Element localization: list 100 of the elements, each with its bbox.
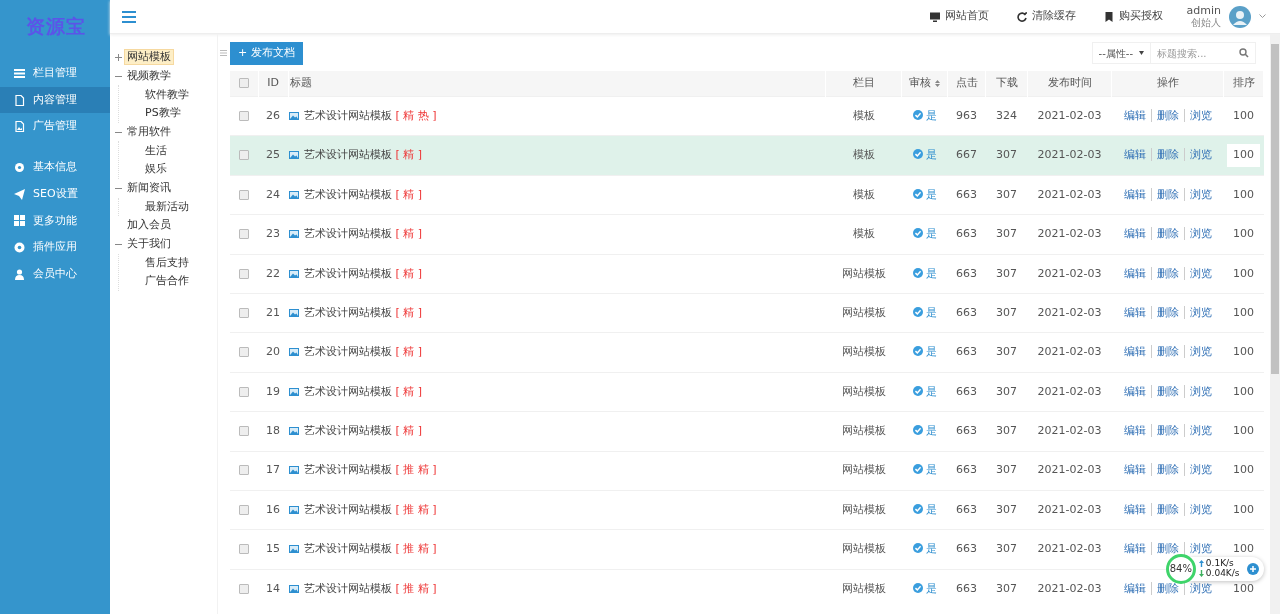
- speed-ball[interactable]: 84%: [1165, 553, 1196, 584]
- tree-item[interactable]: 加入会员: [124, 217, 174, 234]
- header-link[interactable]: 购买授权: [1103, 8, 1163, 25]
- action-link[interactable]: 浏览: [1183, 148, 1217, 162]
- action-link[interactable]: 编辑: [1118, 148, 1151, 162]
- tree-item[interactable]: 广告合作: [142, 273, 192, 290]
- sort-field[interactable]: 100: [1227, 183, 1260, 207]
- sort-field[interactable]: 100: [1227, 420, 1260, 443]
- action-link[interactable]: 编辑: [1118, 384, 1151, 398]
- action-link[interactable]: 浏览: [1183, 345, 1217, 359]
- action-link[interactable]: 浏览: [1183, 305, 1217, 319]
- action-link[interactable]: 浏览: [1183, 384, 1217, 398]
- title-link[interactable]: 艺术设计网站模板: [304, 227, 392, 241]
- row-checkbox[interactable]: [239, 426, 249, 437]
- sort-field[interactable]: 100: [1227, 301, 1260, 325]
- sort-field[interactable]: 100: [1227, 262, 1260, 285]
- status-link[interactable]: 是: [925, 502, 937, 516]
- scrollbar[interactable]: [1270, 34, 1280, 614]
- action-link[interactable]: 浏览: [1183, 502, 1217, 516]
- plus-icon[interactable]: [115, 53, 122, 61]
- action-link[interactable]: 浏览: [1183, 108, 1217, 122]
- row-checkbox[interactable]: [239, 268, 249, 279]
- sidebar-item[interactable]: 会员中心: [0, 260, 110, 288]
- title-link[interactable]: 艺术设计网站模板: [304, 345, 392, 359]
- sidebar-item[interactable]: 插件应用: [0, 234, 110, 261]
- action-link[interactable]: 浏览: [1183, 227, 1217, 241]
- action-link[interactable]: 删除: [1150, 305, 1184, 319]
- status-link[interactable]: 是: [925, 424, 937, 438]
- title-link[interactable]: 艺术设计网站模板: [304, 108, 392, 122]
- sort-field[interactable]: 100: [1227, 538, 1260, 561]
- status-link[interactable]: 是: [925, 227, 937, 241]
- action-link[interactable]: 编辑: [1118, 305, 1151, 319]
- status-link[interactable]: 是: [925, 266, 937, 280]
- collapse-handle-icon[interactable]: [220, 50, 227, 57]
- title-link[interactable]: 艺术设计网站模板: [304, 542, 392, 556]
- row-checkbox[interactable]: [239, 150, 249, 161]
- menu-icon[interactable]: [122, 10, 136, 23]
- status-link[interactable]: 是: [925, 463, 937, 477]
- action-link[interactable]: 删除: [1150, 148, 1184, 162]
- action-link[interactable]: 删除: [1150, 187, 1184, 201]
- row-checkbox[interactable]: [239, 583, 249, 594]
- action-link[interactable]: 编辑: [1118, 187, 1151, 201]
- tree-item[interactable]: 最新活动: [142, 198, 192, 215]
- tree-item[interactable]: 新闻资讯: [124, 180, 174, 197]
- action-link[interactable]: 编辑: [1118, 463, 1151, 477]
- action-link[interactable]: 删除: [1150, 424, 1184, 438]
- action-link[interactable]: 编辑: [1118, 581, 1151, 595]
- sidebar-item[interactable]: 栏目管理: [0, 60, 110, 87]
- action-link[interactable]: 浏览: [1183, 424, 1217, 438]
- sort-field[interactable]: 100: [1227, 380, 1260, 404]
- status-link[interactable]: 是: [925, 305, 937, 319]
- sidebar-item[interactable]: 基本信息: [0, 154, 110, 181]
- status-link[interactable]: 是: [925, 581, 937, 595]
- action-link[interactable]: 删除: [1150, 266, 1184, 280]
- plus-icon[interactable]: [1245, 561, 1260, 576]
- row-checkbox[interactable]: [239, 544, 249, 555]
- tree-item[interactable]: 常用软件: [124, 123, 174, 141]
- title-link[interactable]: 艺术设计网站模板: [304, 463, 392, 477]
- action-link[interactable]: 编辑: [1118, 345, 1151, 359]
- title-link[interactable]: 艺术设计网站模板: [304, 502, 392, 516]
- tree-item[interactable]: PS教学: [142, 105, 184, 122]
- action-link[interactable]: 浏览: [1183, 463, 1217, 477]
- publish-button[interactable]: + 发布文档: [230, 42, 303, 65]
- action-link[interactable]: 浏览: [1183, 187, 1217, 201]
- tree-item[interactable]: 关于我们: [124, 236, 174, 253]
- sort-field[interactable]: 100: [1227, 498, 1260, 522]
- tree-item[interactable]: 售后支持: [142, 254, 192, 272]
- row-checkbox[interactable]: [239, 189, 249, 200]
- tree-item[interactable]: 视频教学: [124, 67, 174, 85]
- sidebar-item[interactable]: 内容管理: [0, 86, 110, 114]
- title-link[interactable]: 艺术设计网站模板: [304, 581, 392, 595]
- select-all-checkbox[interactable]: [238, 78, 249, 88]
- header-link[interactable]: 清除缓存: [1016, 8, 1076, 25]
- tree-item[interactable]: 网站模板: [124, 49, 174, 66]
- title-link[interactable]: 艺术设计网站模板: [304, 384, 392, 398]
- status-link[interactable]: 是: [925, 345, 937, 359]
- sort-field[interactable]: 100: [1227, 459, 1260, 482]
- sort-field[interactable]: 100: [1227, 104, 1260, 128]
- row-checkbox[interactable]: [239, 386, 249, 397]
- row-checkbox[interactable]: [239, 465, 249, 476]
- sort-field[interactable]: 100: [1227, 577, 1260, 601]
- tree-item[interactable]: 软件教学: [142, 86, 192, 103]
- sort-icon[interactable]: [934, 79, 940, 87]
- action-link[interactable]: 删除: [1150, 463, 1184, 477]
- sort-field[interactable]: 100: [1227, 223, 1260, 246]
- status-link[interactable]: 是: [925, 542, 937, 556]
- action-link[interactable]: 编辑: [1118, 542, 1151, 556]
- row-checkbox[interactable]: [239, 347, 249, 358]
- sidebar-item[interactable]: 更多功能: [0, 207, 110, 235]
- search-icon[interactable]: [1239, 48, 1249, 59]
- action-link[interactable]: 删除: [1150, 502, 1184, 516]
- sidebar-item[interactable]: SEO设置: [0, 180, 110, 208]
- status-link[interactable]: 是: [925, 187, 937, 201]
- action-link[interactable]: 删除: [1150, 345, 1184, 359]
- sort-field[interactable]: 100: [1227, 341, 1260, 364]
- action-link[interactable]: 删除: [1150, 108, 1184, 122]
- action-link[interactable]: 编辑: [1118, 227, 1151, 241]
- row-checkbox[interactable]: [239, 110, 249, 121]
- tree-item[interactable]: 娱乐: [142, 161, 170, 178]
- header-link[interactable]: 网站首页: [929, 8, 989, 25]
